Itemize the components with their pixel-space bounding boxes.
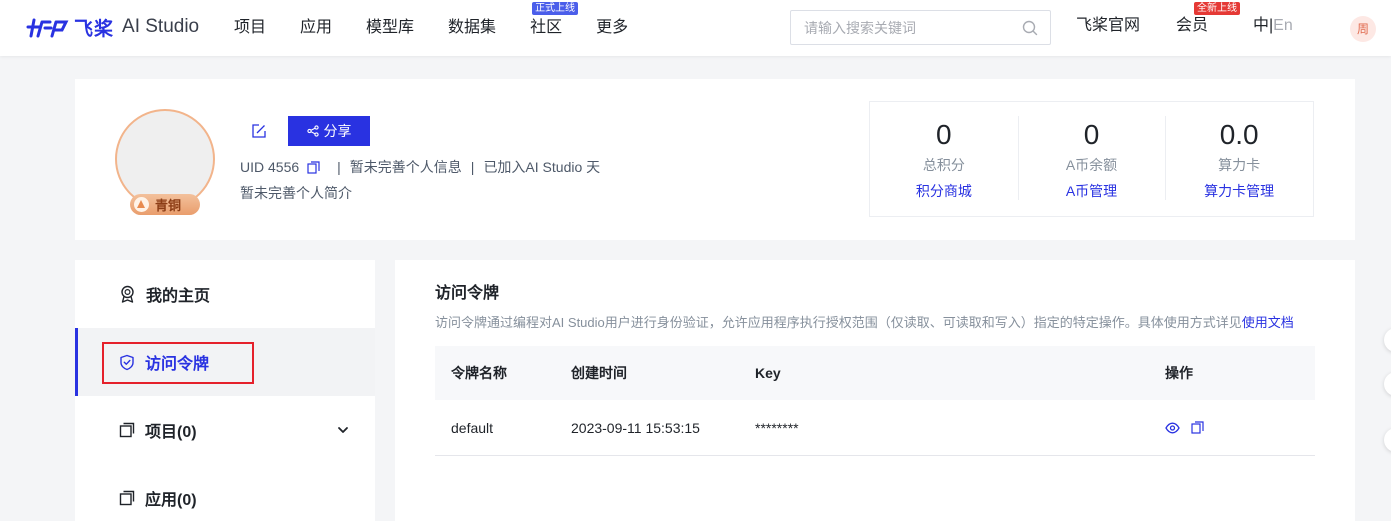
page-title: 访问令牌 xyxy=(435,285,500,302)
sidebar: 我的主页 访问令牌 项目(0) 应用(0) xyxy=(75,260,375,521)
stat-label: A币余额 xyxy=(1065,157,1118,173)
member-new-badge: 全新上线 xyxy=(1194,2,1240,15)
column-header: 创建时间 xyxy=(571,365,627,381)
edit-icon[interactable] xyxy=(251,123,267,139)
acoin-manage-link[interactable]: A币管理 xyxy=(1018,181,1166,201)
nav-label: 数据集 xyxy=(448,19,497,36)
level-badge: 青铜 xyxy=(130,194,200,215)
official-site-label: 飞桨官网 xyxy=(1076,17,1141,34)
lang-en[interactable]: En xyxy=(1273,17,1293,34)
sidebar-item-projects[interactable]: 项目(0) xyxy=(75,396,375,464)
main-nav: 项目 应用 模型库 数据集 正式上线 社区 更多 xyxy=(234,0,662,56)
member-label: 会员 xyxy=(1176,17,1209,34)
official-site-link[interactable]: 飞桨官网 xyxy=(1076,0,1140,52)
top-navbar: 飞桨 AI Studio 项目 应用 模型库 数据集 正式上线 社区 更多 飞桨… xyxy=(0,0,1391,56)
column-header: Key xyxy=(755,365,781,381)
lang-zh[interactable]: 中 xyxy=(1253,17,1269,34)
profile-card: 青铜 分享 UID 4556 | 暂未完善个人信息 | 已加入AI Studio… xyxy=(75,79,1355,240)
sidebar-item-label: 访问令牌 xyxy=(145,356,210,373)
language-switch[interactable]: 中|En xyxy=(1253,0,1293,52)
profile-bio: 暂未完善个人简介 xyxy=(240,185,352,201)
chevron-down-icon[interactable] xyxy=(337,424,349,436)
table-row: default 2023-09-11 15:53:15 ******** xyxy=(435,400,1315,456)
badge-icon xyxy=(121,285,134,303)
sidebar-item-label: 我的主页 xyxy=(146,288,211,305)
meta-divider: | xyxy=(470,159,475,175)
search-box xyxy=(790,10,1051,45)
column-header: 操作 xyxy=(1165,365,1193,381)
stat-value: 0.0 xyxy=(1219,119,1259,150)
stat-value: 0 xyxy=(936,119,952,150)
paddle-logo-icon xyxy=(26,18,69,38)
nav-label: 应用 xyxy=(300,19,333,36)
sidebar-item-home[interactable]: 我的主页 xyxy=(75,260,375,328)
nav-label: 更多 xyxy=(596,19,629,36)
level-label: 青铜 xyxy=(155,198,182,213)
access-token-panel: 访问令牌 访问令牌通过编程对AI Studio用户进行身份验证，允许应用程序执行… xyxy=(395,260,1355,521)
logo-text-en: AI Studio xyxy=(122,16,200,37)
nav-datasets[interactable]: 数据集 xyxy=(448,0,496,56)
compute-card-manage-link[interactable]: 算力卡管理 xyxy=(1165,181,1313,201)
eye-icon[interactable] xyxy=(1165,422,1180,434)
meta-divider: | xyxy=(337,159,341,175)
joined-days: 已加入AI Studio 天 xyxy=(483,159,601,175)
profile-meta: UID 4556 | 暂未完善个人信息 | 已加入AI Studio 天 xyxy=(240,157,600,177)
copy-icon[interactable] xyxy=(1191,421,1204,434)
search-icon[interactable] xyxy=(1022,20,1038,36)
stat-compute-card: 0.0 算力卡 算力卡管理 xyxy=(1165,102,1313,216)
sidebar-item-access-token[interactable]: 访问令牌 xyxy=(75,328,375,396)
stat-label: 算力卡 xyxy=(1218,157,1261,173)
logo[interactable]: 飞桨 AI Studio xyxy=(24,12,199,42)
community-new-badge: 正式上线 xyxy=(532,2,579,15)
token-name: default xyxy=(451,419,494,436)
nav-apps[interactable]: 应用 xyxy=(300,0,332,56)
stat-value: 0 xyxy=(1083,119,1100,150)
stat-acoin: 0 A币余额 A币管理 xyxy=(1017,102,1166,216)
column-header: 令牌名称 xyxy=(451,365,507,381)
nav-label: 模型库 xyxy=(366,19,415,36)
nav-community[interactable]: 正式上线 社区 xyxy=(530,0,579,56)
sidebar-item-label: 应用(0) xyxy=(145,492,197,509)
description-text: 访问令牌通过编程对AI Studio用户进行身份验证，允许应用程序执行授权范围（… xyxy=(435,315,1242,330)
uid-text: UID 4556 xyxy=(240,159,300,175)
nav-models[interactable]: 模型库 xyxy=(366,0,414,56)
nav-projects[interactable]: 项目 xyxy=(234,0,266,56)
table-header: 令牌名称 创建时间 Key 操作 xyxy=(435,346,1315,400)
stat-points: 0 总积分 积分商城 xyxy=(870,102,1018,216)
stat-label: 总积分 xyxy=(922,157,965,173)
token-table: 令牌名称 创建时间 Key 操作 default 2023-09-11 15:5… xyxy=(435,346,1315,456)
share-button[interactable]: 分享 xyxy=(288,116,370,146)
logo-text-cn: 飞桨 xyxy=(74,18,115,40)
token-created-time: 2023-09-11 15:53:15 xyxy=(571,419,700,436)
floating-tool-button[interactable] xyxy=(1384,328,1391,352)
nav-label: 社区 xyxy=(530,19,563,36)
token-actions xyxy=(1165,421,1315,434)
share-icon xyxy=(306,125,319,137)
nav-more[interactable]: 更多 xyxy=(596,0,628,56)
points-mall-link[interactable]: 积分商城 xyxy=(870,181,1018,201)
level-icon xyxy=(134,197,149,212)
search-input[interactable] xyxy=(791,11,1011,44)
sidebar-item-label: 项目(0) xyxy=(145,424,197,441)
user-avatar[interactable]: 周 xyxy=(1350,16,1376,42)
shield-check-icon xyxy=(120,354,134,370)
docs-link[interactable]: 使用文档 xyxy=(1242,315,1294,330)
floating-tool-button[interactable] xyxy=(1384,372,1391,396)
info-status: 暂未完善个人信息 xyxy=(349,159,462,175)
copy-uid-icon[interactable] xyxy=(307,160,320,174)
member-link[interactable]: 全新上线 会员 xyxy=(1176,0,1240,52)
share-label: 分享 xyxy=(323,123,352,139)
folder-copy-icon xyxy=(119,490,135,506)
floating-tool-button[interactable] xyxy=(1384,428,1391,452)
page-description: 访问令牌通过编程对AI Studio用户进行身份验证，允许应用程序执行授权范围（… xyxy=(435,312,1294,331)
sidebar-item-apps[interactable]: 应用(0) xyxy=(75,464,375,521)
nav-label: 项目 xyxy=(234,19,267,36)
stats-panel: 0 总积分 积分商城 0 A币余额 A币管理 0.0 算力卡 算力卡管理 xyxy=(869,101,1314,217)
folder-copy-icon xyxy=(119,422,135,438)
token-key: ******** xyxy=(755,419,799,436)
